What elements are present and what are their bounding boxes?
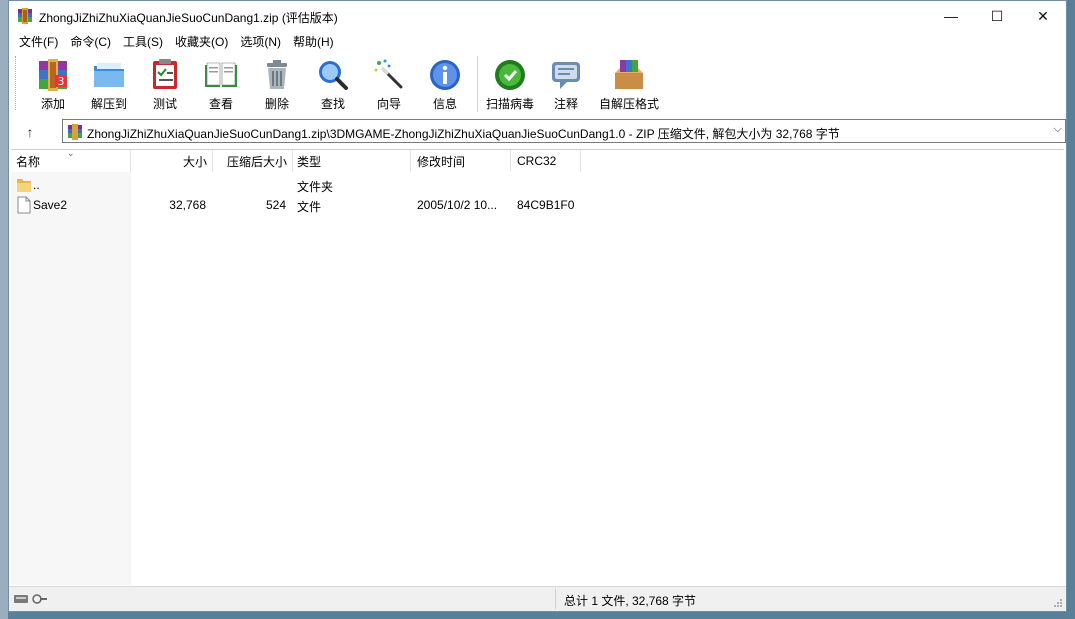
find-button[interactable]: 查找 (305, 52, 361, 114)
drive-key-icon (14, 594, 47, 604)
window-title: ZhongJiZhiZhuXiaQuanJieSuoCunDang1.zip (… (39, 11, 338, 25)
trash-can-icon (267, 60, 287, 89)
sfx-label: 自解压格式 (598, 97, 659, 111)
address-bar: ↑ ZhongJiZhiZhuXiaQuanJieSuoCunDang1.zip… (9, 118, 1066, 146)
column-header-packed[interactable]: 压缩后大小 (213, 150, 293, 172)
desktop-background (0, 0, 8, 619)
test-button[interactable]: 测试 (137, 52, 193, 114)
item-modified: 2005/10/2 10... (417, 198, 498, 212)
item-type: 文件夹 (297, 180, 334, 194)
delete-label: 删除 (264, 97, 289, 111)
comment-button[interactable]: 注释 (538, 52, 594, 114)
archive-path-text: ZhongJiZhiZhuXiaQuanJieSuoCunDang1.zip\3… (87, 127, 840, 141)
extract-to-label: 解压到 (90, 97, 127, 111)
add-button[interactable]: 3 添加 (25, 52, 81, 114)
item-name: Save2 (33, 198, 68, 212)
file-list: 名称 ⌄ 大小 压缩后大小 类型 修改时间 CRC32 .. 文件夹 Save2… (11, 148, 1064, 585)
delete-button[interactable]: 删除 (249, 52, 305, 114)
comment-icon (552, 62, 580, 89)
virus-scan-icon (495, 60, 525, 90)
column-header-modified[interactable]: 修改时间 (411, 150, 511, 172)
column-header-name-label: 名称 (16, 154, 41, 169)
column-header-name[interactable]: 名称 ⌄ (11, 148, 131, 172)
menu-file[interactable]: 文件(F) (13, 33, 64, 50)
status-divider (555, 589, 556, 609)
path-combobox[interactable]: ZhongJiZhiZhuXiaQuanJieSuoCunDang1.zip\3… (62, 119, 1066, 143)
item-crc32: 84C9B1F0 (517, 198, 575, 212)
column-header-modified-label: 修改时间 (417, 154, 466, 169)
list-item-save2[interactable]: Save2 32,768 524 文件 2005/10/2 10... 84C9… (11, 195, 1064, 215)
checklist-icon (153, 59, 177, 89)
item-name: .. (33, 178, 40, 192)
chevron-down-icon[interactable]: ⌵ (1054, 123, 1062, 136)
extract-to-button[interactable]: 解压到 (81, 52, 137, 114)
resize-grip-icon[interactable] (1053, 598, 1063, 608)
wizard-label: 向导 (376, 97, 401, 111)
test-label: 测试 (152, 97, 177, 111)
menu-tools[interactable]: 工具(S) (117, 33, 169, 50)
column-header-packed-label: 压缩后大小 (226, 154, 287, 169)
view-button[interactable]: 查看 (193, 52, 249, 114)
toolbar: 3 添加 解压到 测试 查看 删除 查找 向导 信息 扫描病毒 注释 自解压格式 (9, 52, 1066, 116)
column-header-type-label: 类型 (297, 154, 322, 169)
toolbar-grip (15, 56, 19, 110)
menu-commands[interactable]: 命令(C) (64, 33, 117, 50)
winrar-window: ZhongJiZhiZhuXiaQuanJieSuoCunDang1.zip (… (8, 0, 1067, 612)
item-packed-size: 524 (265, 198, 286, 212)
wizard-button[interactable]: 向导 (361, 52, 417, 114)
svg-text:3: 3 (58, 75, 65, 88)
column-header-crc32-label: CRC32 (517, 154, 557, 168)
up-folder-button[interactable]: ↑ (19, 122, 41, 142)
add-label: 添加 (40, 97, 65, 111)
column-header-size-label: 大小 (182, 154, 207, 169)
info-button[interactable]: 信息 (417, 52, 473, 114)
menu-bar: 文件(F) 命令(C) 工具(S) 收藏夹(O) 选项(N) 帮助(H) (9, 31, 1066, 51)
maximize-button[interactable]: ☐ (974, 1, 1020, 31)
status-summary: 总计 1 文件, 32,768 字节 (564, 594, 697, 608)
folder-extract-icon (94, 63, 124, 87)
menu-options[interactable]: 选项(N) (234, 33, 287, 50)
view-label: 查看 (208, 97, 233, 111)
info-icon (430, 60, 460, 90)
archive-add-icon: 3 (39, 59, 67, 91)
toolbar-separator (477, 56, 478, 112)
archive-icon (68, 124, 82, 140)
menu-favorites[interactable]: 收藏夹(O) (169, 33, 234, 50)
file-icon (17, 196, 31, 214)
name-column-background (11, 172, 131, 585)
status-bar: 总计 1 文件, 32,768 字节 (9, 586, 1066, 611)
sfx-box-icon (615, 60, 643, 89)
folder-icon (17, 179, 31, 192)
list-item-parent-folder[interactable]: .. 文件夹 (11, 175, 1064, 195)
sort-chevron-icon: ⌄ (67, 148, 75, 158)
sfx-button[interactable]: 自解压格式 (594, 52, 664, 114)
info-label: 信息 (432, 97, 457, 111)
magic-wand-icon (374, 59, 403, 89)
item-size: 32,768 (169, 198, 206, 212)
item-type: 文件 (297, 200, 322, 214)
comment-label: 注释 (553, 97, 578, 111)
minimize-button[interactable]: — (928, 1, 974, 31)
menu-help[interactable]: 帮助(H) (287, 33, 340, 50)
column-header-crc32[interactable]: CRC32 (511, 150, 581, 172)
scan-virus-label: 扫描病毒 (485, 97, 534, 111)
column-header-type[interactable]: 类型 (293, 150, 411, 172)
title-bar: ZhongJiZhiZhuXiaQuanJieSuoCunDang1.zip (… (9, 1, 1066, 31)
magnifier-icon (319, 61, 348, 90)
winrar-app-icon (18, 8, 32, 24)
close-button[interactable]: ✕ (1020, 1, 1066, 31)
scan-virus-button[interactable]: 扫描病毒 (482, 52, 538, 114)
find-label: 查找 (320, 97, 345, 111)
open-book-icon (205, 62, 237, 87)
column-header-size[interactable]: 大小 (131, 150, 213, 172)
